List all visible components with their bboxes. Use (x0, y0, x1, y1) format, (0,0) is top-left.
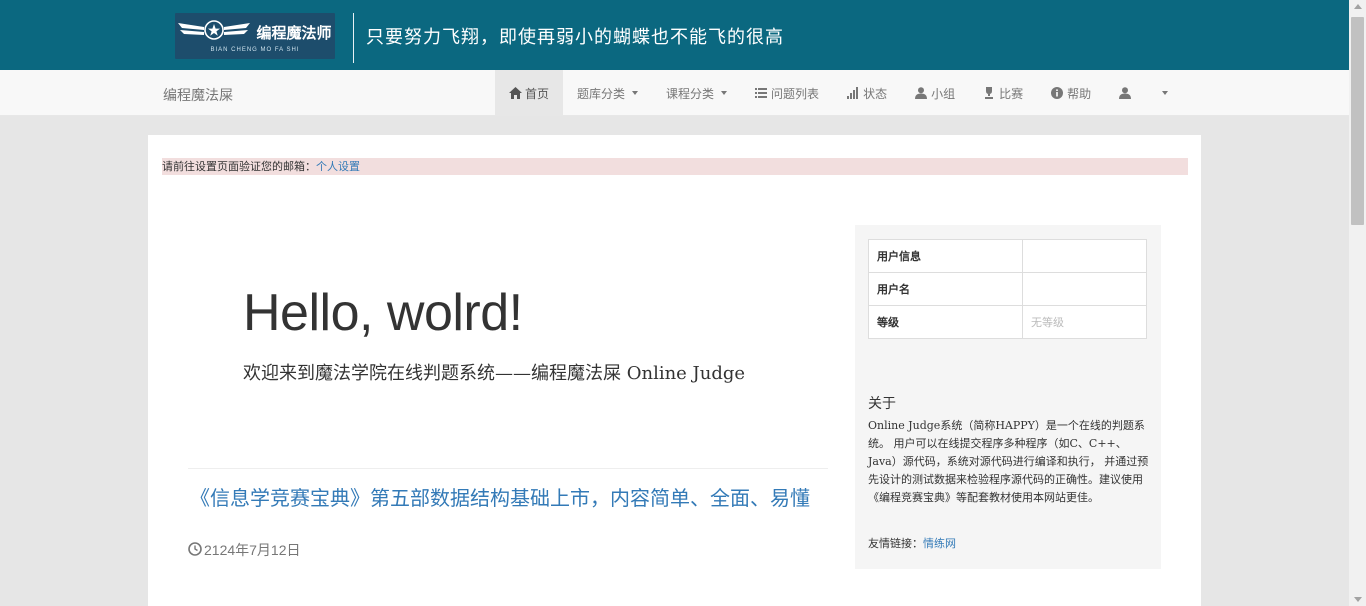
friend-links: 友情链接：情练网 (868, 535, 956, 551)
nav-home-label: 首页 (525, 86, 550, 101)
table-row: 用户名 (868, 272, 1147, 306)
vertical-scrollbar[interactable] (1349, 0, 1366, 606)
nav-contests-label: 比赛 (999, 86, 1024, 101)
nav-problem-categories-label: 题库分类 (577, 86, 626, 101)
friend-link[interactable]: 情练网 (923, 537, 956, 550)
level-value: 无等级 (1022, 305, 1147, 339)
about-heading: 关于 (868, 396, 896, 412)
caret-down-icon (1162, 91, 1169, 95)
trophy-icon (983, 87, 995, 99)
username-value (1022, 272, 1147, 306)
nav-help[interactable]: 帮助 (1037, 70, 1105, 116)
caret-down-icon (721, 91, 728, 95)
user-icon (915, 87, 928, 99)
user-info-table: 用户信息 用户名 等级 无等级 (868, 239, 1147, 339)
wings-icon (178, 19, 251, 45)
logo-title: 编程魔法师 (256, 23, 332, 42)
nav-problem-list-label: 问题列表 (771, 86, 820, 101)
info-icon (1051, 87, 1064, 99)
site-logo[interactable]: 编程魔法师 BIAN CHENG MO FA SHI (175, 13, 335, 59)
home-icon (509, 87, 522, 99)
table-row: 用户信息 (868, 239, 1147, 273)
nav-help-label: 帮助 (1067, 86, 1092, 101)
alert-text: 请前往设置页面验证您的邮箱： (162, 160, 316, 173)
user-info-value (1022, 239, 1147, 273)
section-divider (188, 468, 828, 469)
news-date: 2124年7月12日 (188, 540, 301, 560)
jumbotron-subtitle: 欢迎来到魔法学院在线判题系统——编程魔法屎 Online Judge (243, 363, 746, 384)
nav-course-categories[interactable]: 课程分类 (652, 70, 741, 116)
table-row: 等级 无等级 (868, 305, 1147, 339)
username-key: 用户名 (868, 272, 1023, 306)
about-text: Online Judge系统（简称HAPPY）是一个在线的判题系统。 用户可以在… (868, 419, 1149, 504)
scroll-up-arrow-icon[interactable] (1354, 4, 1362, 9)
list-icon (755, 87, 768, 99)
nav-contests[interactable]: 比赛 (969, 70, 1037, 116)
signal-icon (847, 87, 859, 99)
navbar: 编程魔法屎 首页 题库分类 课程分类 问题列表 状态 小组 比赛 帮助 (0, 70, 1349, 116)
nav-groups[interactable]: 小组 (901, 70, 969, 116)
banner-divider (353, 13, 354, 63)
sidebar-panel: 用户信息 用户名 等级 无等级 关于 Online Judge系统（简称HAPP… (855, 225, 1161, 569)
nav-status-label: 状态 (863, 86, 888, 101)
scroll-down-arrow-icon[interactable] (1354, 597, 1362, 602)
nav-course-categories-label: 课程分类 (666, 86, 715, 101)
top-banner: 编程魔法师 BIAN CHENG MO FA SHI 只要努力飞翔，即使再弱小的… (0, 0, 1349, 70)
caret-down-icon (632, 91, 639, 95)
main-container: 请前往设置页面验证您的邮箱：个人设置 Hello, wolrd! 欢迎来到魔法学… (148, 135, 1201, 606)
slogan: 只要努力飞翔，即使再弱小的蝴蝶也不能飞的很高 (366, 27, 784, 48)
jumbotron-title: Hello, wolrd! (243, 284, 523, 342)
nav-menu: 首页 题库分类 课程分类 问题列表 状态 小组 比赛 帮助 (495, 70, 1182, 116)
nav-user-menu[interactable] (1105, 70, 1145, 116)
friend-links-label: 友情链接： (868, 537, 923, 550)
nav-status[interactable]: 状态 (833, 70, 901, 116)
logo-subtitle: BIAN CHENG MO FA SHI (210, 47, 300, 53)
news-date-text: 2124年7月12日 (204, 542, 301, 558)
nav-home[interactable]: 首页 (495, 70, 564, 116)
user-info-key: 用户信息 (868, 239, 1023, 273)
email-verify-alert: 请前往设置页面验证您的邮箱：个人设置 (162, 158, 1188, 175)
news-title-link[interactable]: 《信息学竞赛宝典》第五部数据结构基础上市，内容简单、全面、易懂 (190, 486, 830, 510)
nav-problem-list[interactable]: 问题列表 (741, 70, 833, 116)
navbar-brand[interactable]: 编程魔法屎 (163, 85, 233, 105)
scroll-thumb[interactable] (1351, 17, 1364, 225)
nav-groups-label: 小组 (931, 86, 956, 101)
nav-user-dropdown[interactable] (1145, 70, 1182, 116)
user-icon (1119, 87, 1132, 99)
clock-icon (188, 541, 202, 559)
settings-link[interactable]: 个人设置 (316, 160, 360, 173)
level-key: 等级 (868, 305, 1023, 339)
nav-problem-categories[interactable]: 题库分类 (563, 70, 652, 116)
